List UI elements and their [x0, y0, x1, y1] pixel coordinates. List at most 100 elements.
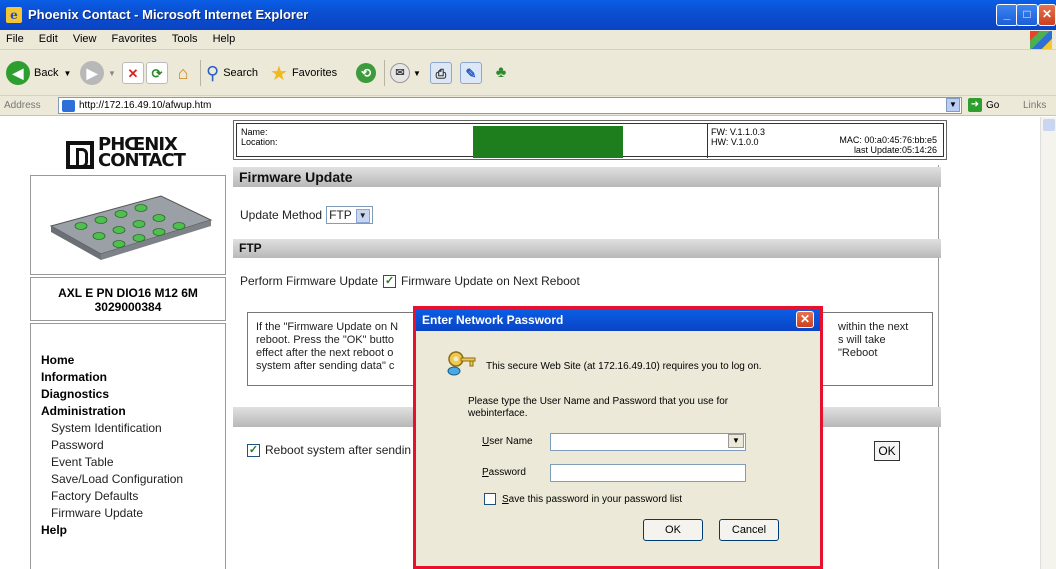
info-line-3: effect after the next reboot o [256, 347, 394, 359]
mail-button[interactable]: ✉ ▼ [390, 58, 421, 88]
key-icon [447, 351, 476, 376]
name-label: Name: [241, 127, 268, 137]
device-info-inner: Name: Location: FW: V.1.1.0.3 HW: V.1.0.… [236, 123, 944, 158]
home-icon: ⌂ [177, 63, 189, 83]
nav-save-load-configuration[interactable]: Save/Load Configuration [31, 471, 225, 488]
ie-icon: e [6, 7, 22, 23]
favorites-button[interactable]: ★ Favorites [270, 58, 337, 88]
menu-favorites[interactable]: Favorites [106, 30, 163, 48]
page-icon [62, 100, 75, 112]
info-line-1: If the "Firmware Update on N [256, 321, 399, 333]
minimize-button[interactable]: _ [996, 4, 1018, 26]
user-name-input[interactable] [550, 433, 746, 451]
nav-diagnostics[interactable]: Diagnostics [31, 386, 225, 403]
menu-help[interactable]: Help [207, 30, 242, 48]
device-info-header: Name: Location: FW: V.1.1.0.3 HW: V.1.0.… [233, 120, 947, 160]
star-icon: ★ [270, 62, 288, 85]
nav-information[interactable]: Information [31, 369, 225, 386]
reboot-checkbox[interactable]: ✓ [247, 443, 260, 457]
device-model-box: AXL E PN DIO16 M12 6M 3029000384 [30, 277, 226, 321]
info-line-2: reboot. Press the "OK" butto [256, 334, 395, 346]
toolbar: ◀ Back ▼ ▶ ▼ ✕ ⟳ ⌂ ⚲ Search ★ Favorites … [0, 50, 1056, 96]
chevron-down-icon: ▼ [355, 208, 370, 223]
password-input[interactable] [550, 464, 746, 482]
scroll-up-icon[interactable] [1043, 119, 1055, 131]
dialog-message-1: This secure Web Site (at 172.16.49.10) r… [486, 361, 762, 372]
perform-update-label: Perform Firmware Update [240, 274, 379, 288]
chevron-down-icon: ▼ [108, 68, 116, 78]
dialog-cancel-button[interactable]: Cancel [719, 519, 779, 541]
dialog-ok-button[interactable]: OK [643, 519, 703, 541]
nav-password[interactable]: Password [31, 437, 225, 454]
product-image-box [30, 175, 226, 275]
back-button[interactable]: ◀ Back ▼ [6, 58, 71, 88]
refresh-button[interactable]: ⟳ [146, 58, 168, 88]
network-password-dialog: Enter Network Password ✕ This secure Web… [413, 306, 823, 569]
nav-administration[interactable]: Administration [31, 403, 225, 420]
print-button[interactable]: ⎙ [430, 58, 452, 88]
go-button[interactable]: ➜ Go [968, 98, 999, 112]
navigation-menu: Home Information Diagnostics Administrat… [30, 323, 226, 569]
nav-firmware-update[interactable]: Firmware Update [31, 505, 225, 522]
nav-factory-defaults[interactable]: Factory Defaults [31, 488, 225, 505]
search-icon: ⚲ [206, 62, 220, 83]
user-name-dropdown-icon[interactable]: ▼ [728, 434, 744, 448]
device-status-indicator [473, 126, 623, 158]
home-button[interactable]: ⌂ [172, 58, 194, 88]
window-title: Phoenix Contact - Microsoft Internet Exp… [28, 7, 309, 22]
user-name-label: User Name [482, 436, 533, 447]
menu-edit[interactable]: Edit [33, 30, 64, 48]
menu-view[interactable]: View [67, 30, 103, 48]
forward-button[interactable]: ▶ ▼ [80, 58, 116, 88]
stop-button[interactable]: ✕ [122, 58, 144, 88]
location-label: Location: [241, 137, 278, 147]
product-photo-icon [49, 195, 213, 260]
history-button[interactable]: ⟲ [356, 58, 376, 88]
close-window-button[interactable]: ✕ [1038, 4, 1056, 26]
device-part-number: 3029000384 [94, 300, 162, 314]
back-arrow-icon: ◀ [6, 61, 30, 85]
address-label: Address [4, 100, 41, 111]
perform-update-row: Perform Firmware Update ✓ Firmware Updat… [240, 274, 580, 288]
print-icon: ⎙ [430, 62, 452, 84]
firmware-update-checkbox[interactable]: ✓ [383, 274, 397, 288]
update-method-label: Update Method [240, 208, 323, 222]
title-bar: e Phoenix Contact - Microsoft Internet E… [0, 0, 1056, 30]
messenger-icon: ♣ [495, 64, 507, 81]
menu-tools[interactable]: Tools [166, 30, 204, 48]
nav-home[interactable]: Home [31, 352, 225, 369]
ftp-header: FTP [233, 239, 941, 258]
last-update: last Update:05:14:26 [853, 145, 937, 155]
dialog-close-button[interactable]: ✕ [796, 311, 814, 328]
menu-file[interactable]: File [0, 30, 30, 48]
ok-button[interactable]: OK [874, 441, 900, 461]
hardware-version: HW: V.1.0.0 [711, 137, 759, 147]
firmware-version: FW: V.1.1.0.3 [711, 127, 766, 137]
vertical-scrollbar[interactable] [1040, 117, 1056, 569]
address-input[interactable]: http://172.16.49.10/afwup.htm [58, 97, 962, 114]
maximize-button[interactable]: □ [1016, 4, 1038, 26]
back-label: Back [34, 67, 59, 79]
edit-button[interactable]: ✎ [460, 58, 482, 88]
update-method-select[interactable]: FTP ▼ [326, 206, 373, 224]
forward-arrow-icon: ▶ [80, 61, 104, 85]
address-dropdown-icon[interactable]: ▼ [946, 98, 960, 112]
save-password-checkbox[interactable] [484, 493, 496, 505]
search-button[interactable]: ⚲ Search [206, 58, 258, 88]
history-icon: ⟲ [356, 63, 376, 83]
links-label[interactable]: Links [1023, 100, 1046, 111]
chevron-down-icon: ▼ [63, 68, 72, 78]
info-line-3-right: "Reboot [838, 347, 878, 359]
left-frame: PHŒNIX CONTACT AXL E PN DIO16 M12 6M 302… [10, 117, 230, 569]
save-password-row: Save this password in your password list [484, 493, 682, 505]
search-label: Search [223, 67, 259, 79]
messenger-button[interactable]: ♣ [490, 58, 512, 88]
nav-help[interactable]: Help [31, 522, 225, 539]
nav-event-table[interactable]: Event Table [31, 454, 225, 471]
update-method-value: FTP [329, 208, 352, 222]
info-line-4: system after sending data" c [256, 360, 395, 372]
chevron-down-icon: ▼ [413, 68, 421, 78]
go-arrow-icon: ➜ [968, 98, 982, 112]
nav-system-identification[interactable]: System Identification [31, 420, 225, 437]
windows-logo-icon [1030, 31, 1052, 49]
